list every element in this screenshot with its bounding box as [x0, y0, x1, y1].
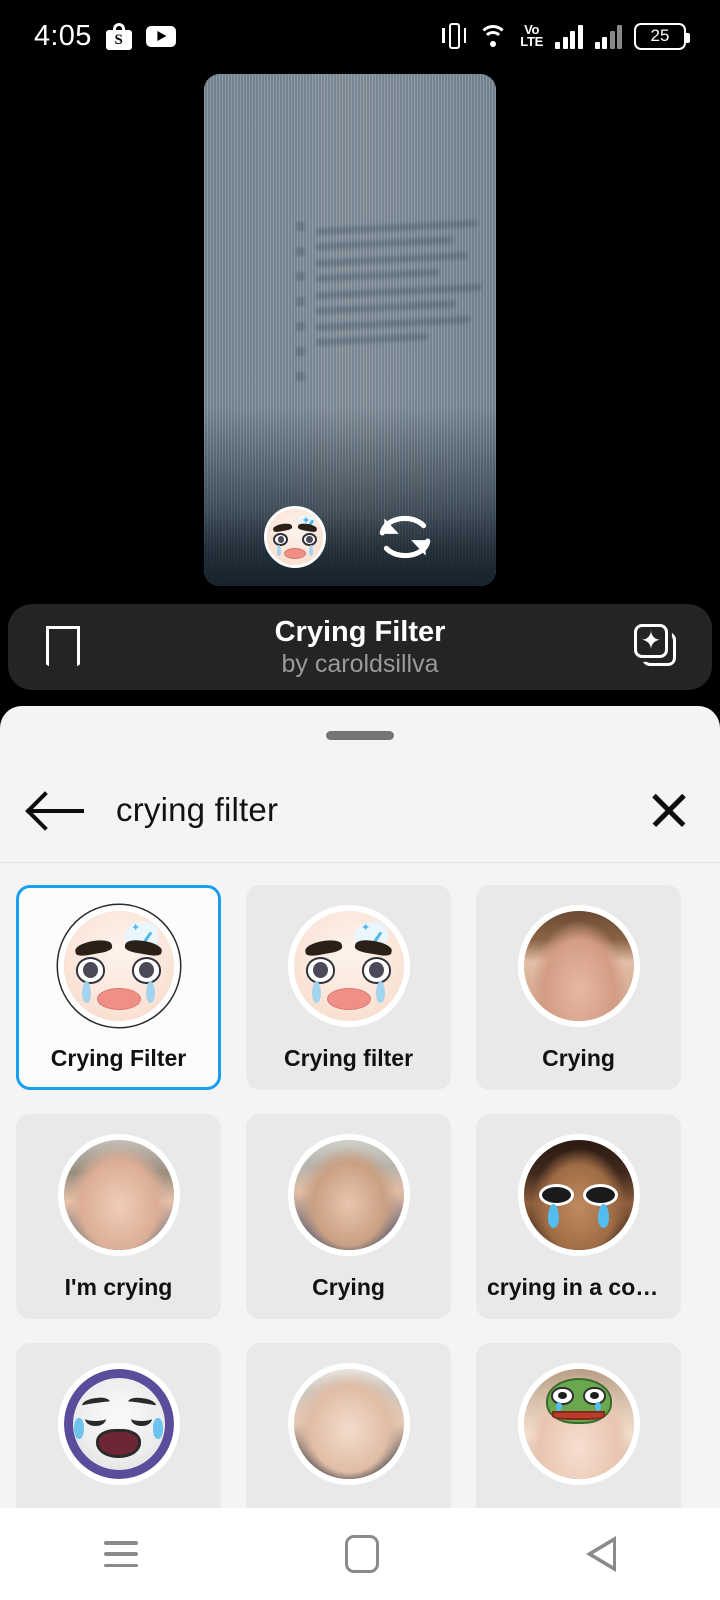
volte-icon: Vo LTE	[520, 23, 543, 49]
effects-gallery-button[interactable]: ✦	[602, 624, 712, 670]
search-bar: crying filter	[0, 758, 720, 863]
status-bar: 4:05 S Vo LTE 25	[0, 0, 720, 72]
emoji-crying-art	[63, 911, 174, 1021]
search-input[interactable]: crying filter	[116, 791, 648, 829]
effect-thumbnail	[57, 1363, 180, 1485]
filter-info-text: Crying Filter by caroldsillva	[118, 615, 602, 679]
signal-sim2-icon	[594, 23, 622, 49]
photo-thumbnail-art	[523, 911, 634, 1021]
effects-search-sheet: crying filter Crying Filter	[0, 706, 720, 1600]
camera-flip-icon[interactable]	[374, 512, 436, 562]
youtube-icon	[145, 25, 176, 47]
volte-bottom: LTE	[520, 34, 543, 49]
status-time: 4:05	[34, 19, 92, 52]
effect-label: Crying	[542, 1045, 615, 1071]
back-button[interactable]	[586, 1536, 617, 1572]
tear-icon	[598, 1203, 610, 1228]
status-bar-right: Vo LTE 25	[442, 21, 690, 51]
sheet-drag-handle[interactable]	[326, 731, 394, 740]
effect-label: I'm crying	[64, 1274, 173, 1300]
photo-thumbnail-art	[523, 1140, 634, 1250]
camera-controls	[204, 506, 496, 568]
effect-thumbnail	[517, 1134, 640, 1256]
recents-button[interactable]	[103, 1541, 138, 1567]
filter-author: by caroldsillva	[281, 650, 439, 678]
emoji-crying-art	[293, 911, 404, 1021]
status-bar-left: 4:05 S	[34, 20, 176, 53]
tear-icon	[547, 1203, 559, 1228]
pepe-frog-icon	[545, 1377, 612, 1424]
effect-thumbnail	[287, 1134, 410, 1256]
effect-thumbnail	[287, 905, 410, 1027]
save-filter-button[interactable]	[8, 626, 118, 668]
android-nav-bar	[0, 1508, 720, 1600]
battery-level: 25	[650, 26, 670, 45]
effect-thumbnail	[57, 905, 180, 1027]
effect-thumbnail	[517, 1363, 640, 1485]
effect-label: Crying filter	[283, 1045, 414, 1071]
photo-thumbnail-art	[63, 1140, 174, 1250]
effects-gallery-icon: ✦	[634, 624, 680, 670]
effect-card[interactable]: I'm crying	[16, 1114, 221, 1319]
effect-card[interactable]: Crying	[476, 885, 681, 1090]
sob-emoji-art	[63, 1369, 174, 1479]
filter-title: Crying Filter	[274, 616, 446, 648]
bookmark-icon	[46, 626, 80, 668]
crying-face-art	[267, 509, 323, 565]
battery-icon: 25	[634, 22, 690, 50]
camera-feed-text-lines	[316, 219, 491, 346]
effect-label: Crying	[312, 1274, 385, 1300]
effect-card[interactable]: Crying Filter	[16, 885, 221, 1090]
wifi-icon	[478, 24, 509, 48]
effect-card[interactable]: Crying filter	[246, 885, 451, 1090]
back-arrow-icon[interactable]	[30, 790, 86, 830]
close-icon[interactable]	[648, 789, 690, 831]
vibrate-icon	[442, 21, 467, 51]
camera-preview[interactable]	[204, 74, 496, 586]
camera-feed-numbers	[296, 222, 305, 381]
photo-thumbnail-art	[293, 1369, 404, 1479]
filter-info-bar: Crying Filter by caroldsillva ✦	[8, 604, 712, 690]
sunglasses-icon	[538, 1184, 619, 1206]
shopee-icon: S	[105, 22, 132, 50]
signal-sim1-icon	[555, 23, 583, 49]
photo-thumbnail-art	[293, 1140, 404, 1250]
effect-card[interactable]: crying in a cool...	[476, 1114, 681, 1319]
active-filter-thumbnail[interactable]	[264, 506, 326, 568]
effect-thumbnail	[517, 905, 640, 1027]
effect-label: crying in a cool...	[487, 1274, 670, 1300]
effect-thumbnail	[57, 1134, 180, 1256]
effects-results-grid: Crying Filter Crying filter Crying	[0, 863, 720, 1548]
effect-card[interactable]: Crying	[246, 1114, 451, 1319]
home-button[interactable]	[344, 1535, 379, 1573]
effect-thumbnail	[287, 1363, 410, 1485]
effect-label: Crying Filter	[50, 1045, 187, 1071]
photo-thumbnail-art	[523, 1369, 634, 1479]
